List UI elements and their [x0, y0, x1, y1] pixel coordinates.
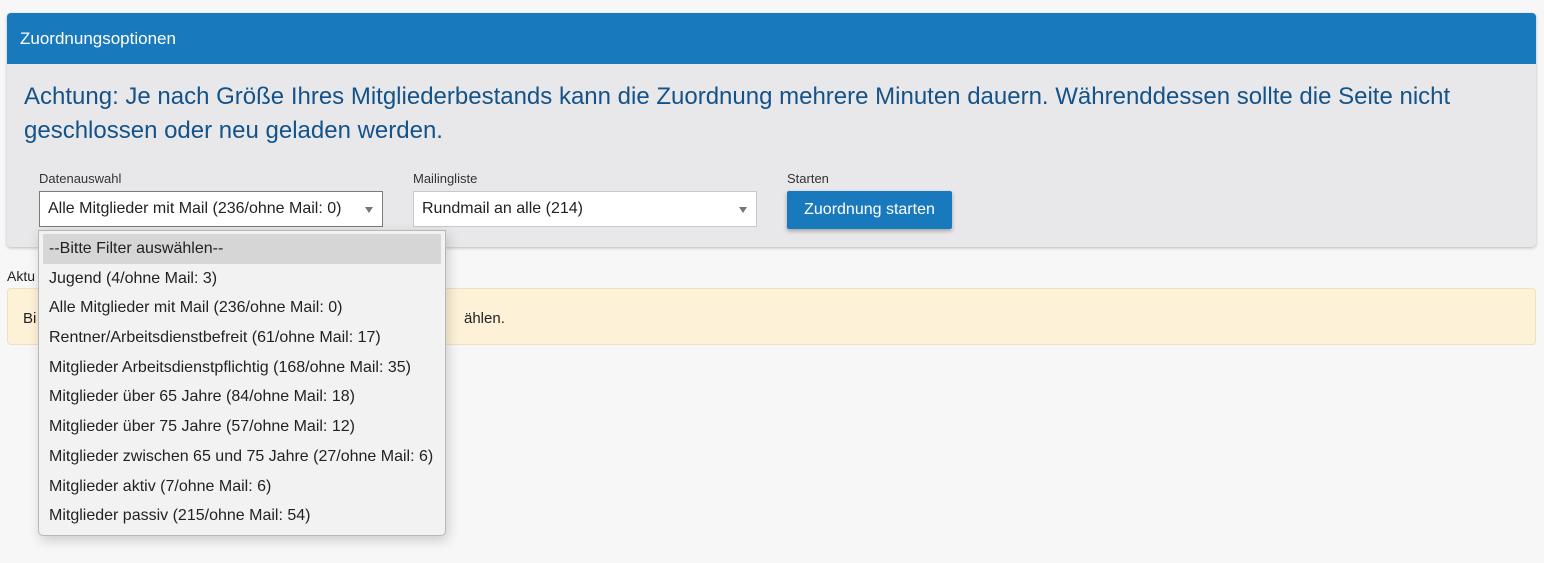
warning-message: Achtung: Je nach Größe Ihres Mitgliederb… [24, 83, 1451, 144]
dropdown-option[interactable]: Mitglieder Arbeitsdienstpflichtig (168/o… [43, 353, 441, 383]
dropdown-option[interactable]: Rentner/Arbeitsdienstbefreit (61/ohne Ma… [43, 323, 441, 353]
panel-header: Zuordnungsoptionen [7, 13, 1536, 64]
dropdown-option[interactable]: Alle Mitglieder mit Mail (236/ohne Mail:… [43, 293, 441, 323]
mailing-list-label: Mailingliste [413, 171, 478, 186]
mailing-list-select[interactable]: Rundmail an alle (214) [413, 191, 757, 227]
dropdown-option[interactable]: Mitglieder aktiv (7/ohne Mail: 6) [43, 472, 441, 502]
current-section-label: Aktu [7, 268, 36, 284]
data-selection-label: Datenauswahl [39, 171, 122, 186]
data-selection-select[interactable]: Alle Mitglieder mit Mail (236/ohne Mail:… [39, 191, 383, 227]
page: Zuordnungsoptionen Achtung: Je nach Größ… [0, 0, 1544, 563]
dropdown-option[interactable]: Jugend (4/ohne Mail: 3) [43, 264, 441, 294]
dropdown-option[interactable]: Mitglieder über 75 Jahre (57/ohne Mail: … [43, 412, 441, 442]
alert-text-end: ählen. [464, 310, 505, 327]
dropdown-option[interactable]: Mitglieder passiv (215/ohne Mail: 54) [43, 501, 441, 531]
data-selection-value: Alle Mitglieder mit Mail (236/ohne Mail:… [48, 200, 342, 217]
alert-text-start: Bi [23, 310, 37, 327]
start-label: Starten [787, 171, 829, 186]
caret-down-icon [365, 207, 373, 213]
mailing-list-value: Rundmail an alle (214) [422, 200, 583, 217]
dropdown-option[interactable]: --Bitte Filter auswählen-- [43, 234, 441, 264]
caret-down-icon [739, 207, 747, 213]
dropdown-option[interactable]: Mitglieder über 65 Jahre (84/ohne Mail: … [43, 382, 441, 412]
start-assignment-button[interactable]: Zuordnung starten [787, 191, 952, 229]
data-selection-dropdown: --Bitte Filter auswählen-- Jugend (4/ohn… [38, 230, 446, 536]
assignment-options-panel: Zuordnungsoptionen Achtung: Je nach Größ… [7, 13, 1536, 247]
dropdown-option[interactable]: Mitglieder zwischen 65 und 75 Jahre (27/… [43, 442, 441, 472]
